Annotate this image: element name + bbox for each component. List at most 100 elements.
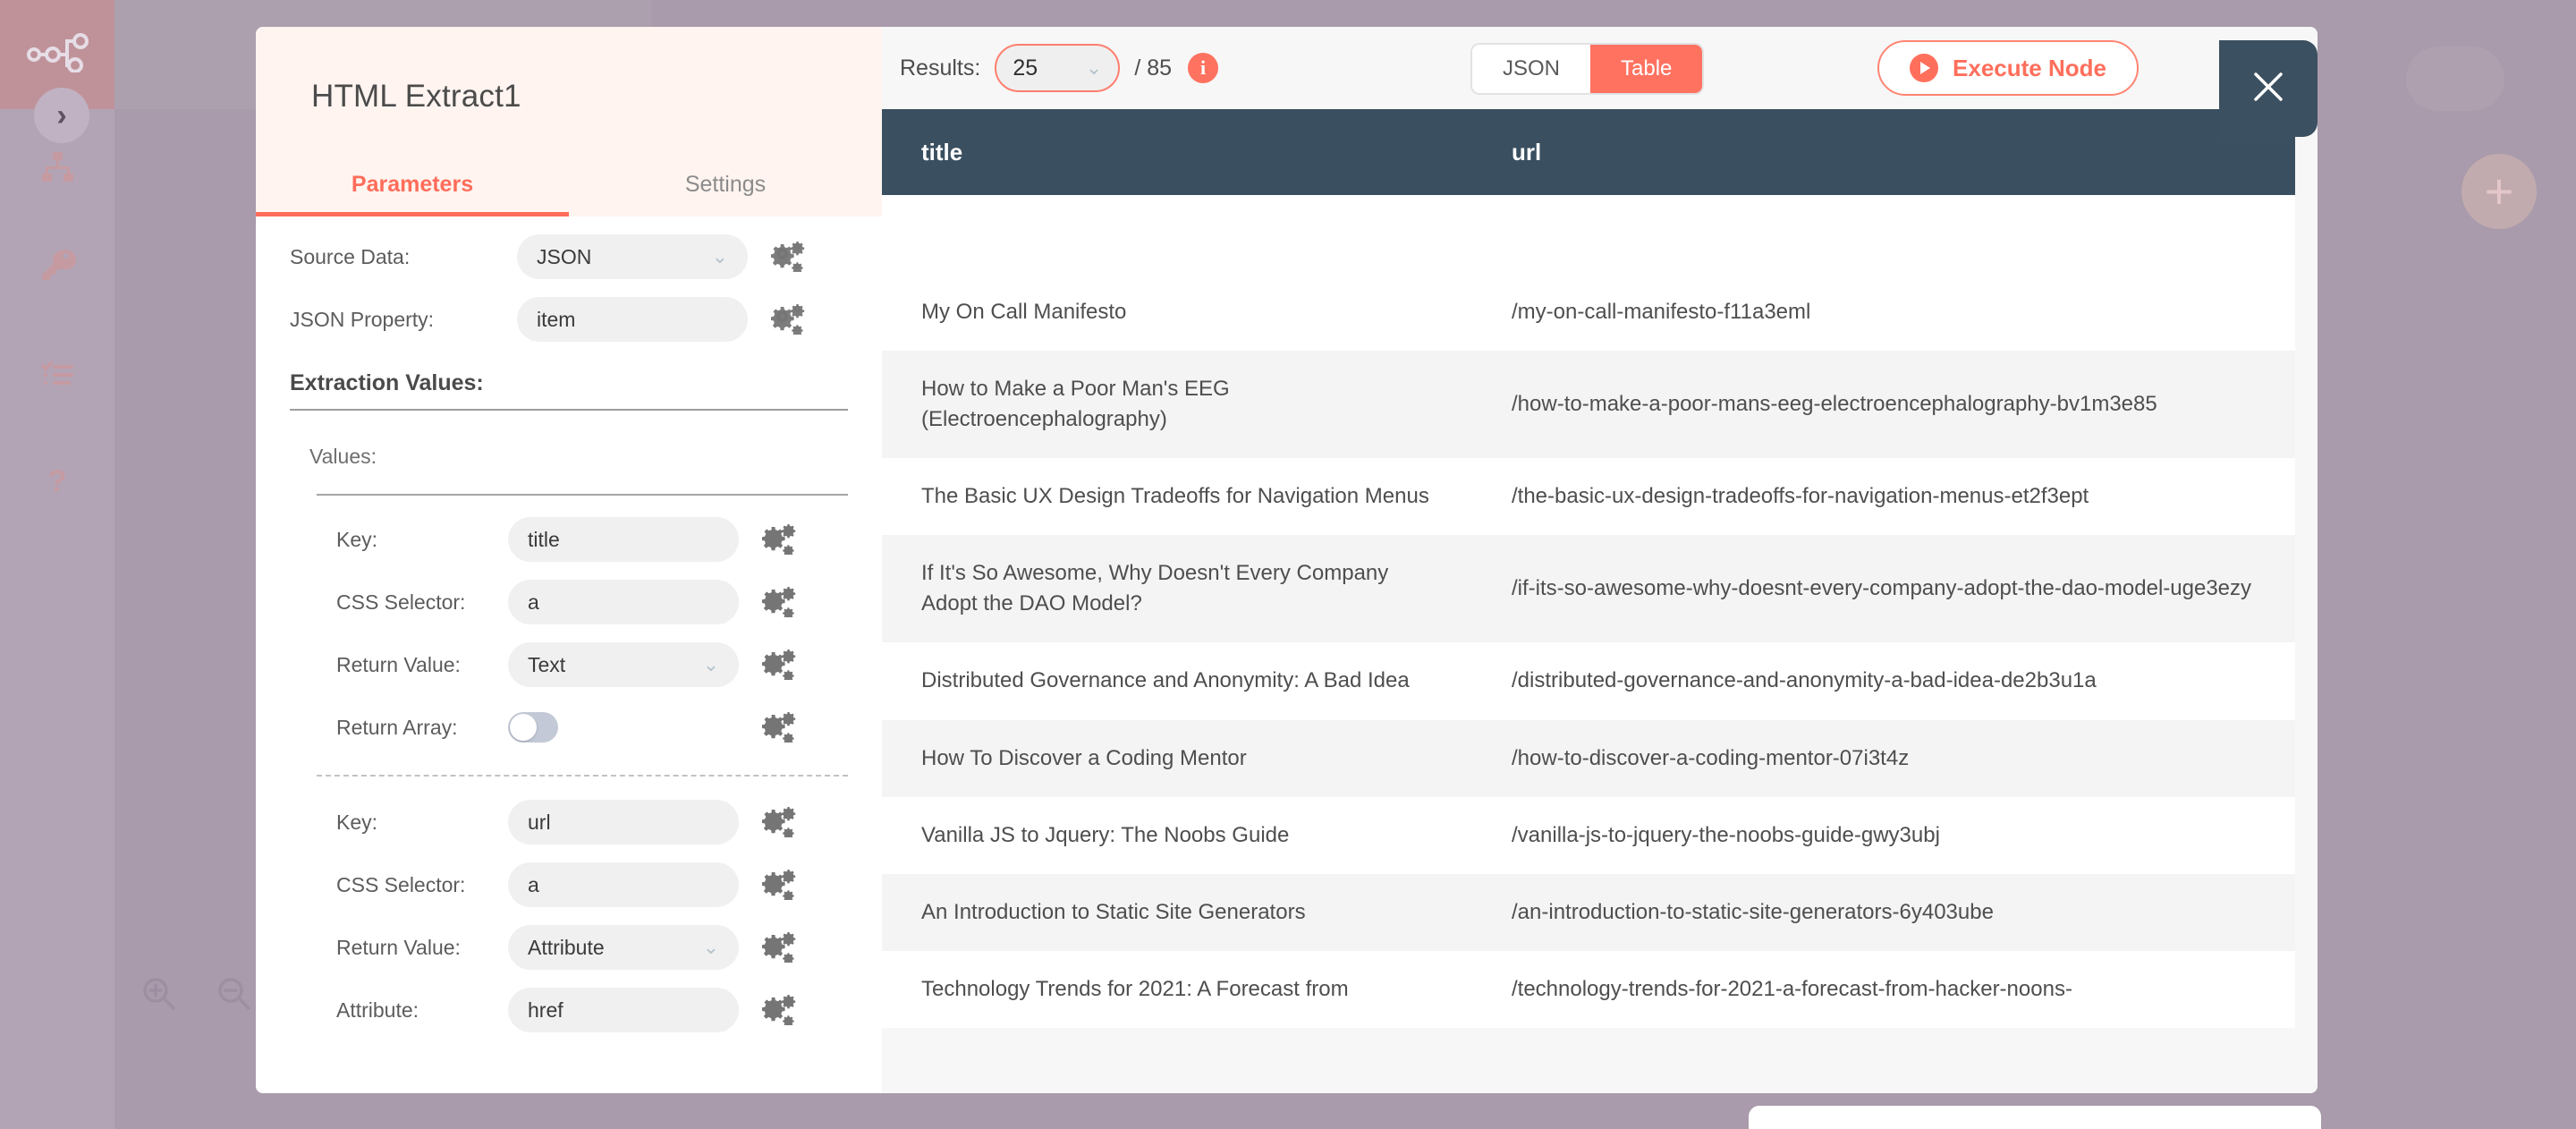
settings-gears-icon[interactable] <box>762 649 796 680</box>
sidebar-item-executions[interactable] <box>0 349 114 403</box>
return-value-select-1[interactable]: Text ⌄ <box>508 642 739 687</box>
table-row[interactable]: My On Call Manifesto /my-on-call-manifes… <box>882 274 2295 352</box>
cell-title: My On Call Manifesto <box>921 300 1127 324</box>
chevron-down-icon: ⌄ <box>702 653 719 675</box>
css-selector-label-2: CSS Selector: <box>336 872 466 896</box>
cell-title: An Introduction to Static Site Generator… <box>921 899 1306 924</box>
attribute-input-2[interactable]: href <box>508 988 739 1032</box>
parameters-header: HTML Extract1 Parameters Settings <box>256 27 882 216</box>
question-mark-icon: ? <box>38 462 77 505</box>
return-value-select-2[interactable]: Attribute ⌄ <box>508 925 739 970</box>
execute-node-button[interactable]: Execute Node <box>1877 40 2139 96</box>
value-group-divider <box>317 775 848 777</box>
values-divider <box>317 494 848 496</box>
cell-url: /how-to-make-a-poor-mans-eeg-electroence… <box>1512 392 2157 417</box>
sidebar-item-credentials[interactable] <box>0 240 114 293</box>
field-return-array-1: Return Array: <box>256 696 882 759</box>
chevron-right-icon: › <box>56 98 67 132</box>
json-property-value: item <box>537 307 576 331</box>
column-header-title[interactable]: title <box>882 109 1472 195</box>
values-label: Values: <box>309 445 377 468</box>
tab-settings[interactable]: Settings <box>569 152 882 216</box>
json-property-label: JSON Property: <box>290 307 435 331</box>
table-row[interactable]: How to Make a Poor Man's EEG (Electroenc… <box>882 351 2295 459</box>
sidebar-item-help[interactable]: ? <box>0 456 114 510</box>
table-row[interactable]: If It's So Awesome, Why Doesn't Every Co… <box>882 535 2295 643</box>
settings-gears-icon[interactable] <box>771 242 805 272</box>
settings-gears-icon[interactable] <box>762 932 796 963</box>
key-input-1[interactable]: title <box>508 517 739 562</box>
chevron-down-icon: ⌄ <box>702 936 719 958</box>
chevron-down-icon: ⌄ <box>711 245 728 267</box>
node-detail-view: HTML Extract1 Parameters Settings Source… <box>256 27 2318 1093</box>
cell-title: The Basic UX Design Tradeoffs for Naviga… <box>921 484 1429 509</box>
parameters-pane: HTML Extract1 Parameters Settings Source… <box>256 27 882 1093</box>
svg-text:?: ? <box>48 464 67 498</box>
sidebar-expand-button[interactable]: › <box>34 88 89 143</box>
settings-gears-icon[interactable] <box>762 524 796 555</box>
plus-icon: + <box>2484 163 2514 219</box>
field-key-2: Key: url <box>256 791 882 853</box>
parameters-body: Source Data: JSON ⌄ JSON Property: item … <box>256 216 882 1093</box>
checklist-icon <box>38 354 77 398</box>
return-value-value-1: Text <box>528 652 566 676</box>
column-header-url[interactable]: url <box>1472 109 2295 195</box>
tab-parameters[interactable]: Parameters <box>256 152 569 216</box>
cell-title: How to Make a Poor Man's EEG (Electroenc… <box>921 377 1230 432</box>
app-root: › ? + HTML Extract1 Parameters Settings … <box>0 0 2576 1129</box>
css-selector-label-1: CSS Selector: <box>336 590 466 614</box>
toggle-knob <box>510 714 537 741</box>
table-row[interactable]: Technology Trends for 2021: A Forecast f… <box>882 950 2295 1028</box>
source-data-label: Source Data: <box>290 244 411 268</box>
add-node-button[interactable]: + <box>2462 154 2537 229</box>
bottom-panel-sliver[interactable] <box>1749 1106 2321 1129</box>
zoom-in-button[interactable] <box>134 971 184 1021</box>
results-table-body: My On Call Manifesto /my-on-call-manifes… <box>882 195 2295 1028</box>
close-icon <box>2245 64 2292 115</box>
cell-url: /my-on-call-manifesto-f11a3eml <box>1512 300 1811 324</box>
view-toggle-json[interactable]: JSON <box>1472 45 1591 93</box>
settings-gears-icon[interactable] <box>762 587 796 617</box>
table-spacer-row <box>882 195 2295 274</box>
results-table-container[interactable]: title url My On Call Manifesto /my-on-ca… <box>882 109 2295 1093</box>
table-row[interactable]: Distributed Governance and Anonymity: A … <box>882 642 2295 720</box>
return-array-label-1: Return Array: <box>336 715 458 739</box>
table-row[interactable]: An Introduction to Static Site Generator… <box>882 873 2295 951</box>
attribute-label-2: Attribute: <box>336 997 419 1022</box>
return-array-toggle-1[interactable] <box>508 712 558 743</box>
output-toolbar: Results: 25 ⌄ / 85 i JSON Table Execute … <box>882 27 2318 109</box>
results-label: Results: <box>900 55 981 81</box>
json-property-input[interactable]: item <box>517 297 748 342</box>
settings-gears-icon[interactable] <box>762 712 796 743</box>
table-row[interactable]: The Basic UX Design Tradeoffs for Naviga… <box>882 458 2295 536</box>
close-ndv-button[interactable] <box>2219 40 2318 137</box>
field-attribute-2: Attribute: href <box>256 979 882 1041</box>
parameter-tabs: Parameters Settings <box>256 152 882 216</box>
left-sidebar: › ? <box>0 0 114 1129</box>
return-value-value-2: Attribute <box>528 935 605 959</box>
settings-gears-icon[interactable] <box>762 870 796 900</box>
results-count-select[interactable]: 25 ⌄ <box>995 44 1121 92</box>
cell-url: /technology-trends-for-2021-a-forecast-f… <box>1512 976 2072 1001</box>
zoom-out-button[interactable] <box>209 971 259 1021</box>
settings-gears-icon[interactable] <box>771 304 805 335</box>
magnifier-plus-icon <box>138 972 181 1020</box>
view-toggle-table[interactable]: Table <box>1590 45 1703 93</box>
cell-url: /the-basic-ux-design-tradeoffs-for-navig… <box>1512 484 2089 509</box>
settings-gears-icon[interactable] <box>762 995 796 1025</box>
css-selector-input-1[interactable]: a <box>508 580 739 624</box>
info-icon[interactable]: i <box>1188 53 1219 83</box>
source-data-select[interactable]: JSON ⌄ <box>517 234 748 279</box>
key-label-2: Key: <box>336 810 378 834</box>
node-title: HTML Extract1 <box>311 79 521 114</box>
cell-url: /vanilla-js-to-jquery-the-noobs-guide-gw… <box>1512 822 1940 847</box>
key-input-2[interactable]: url <box>508 800 739 845</box>
extraction-values-title: Extraction Values: <box>290 370 484 395</box>
sidebar-item-workflows[interactable] <box>0 143 114 197</box>
table-row[interactable]: Vanilla JS to Jquery: The Noobs Guide /v… <box>882 796 2295 874</box>
table-row[interactable]: How To Discover a Coding Mentor /how-to-… <box>882 719 2295 797</box>
css-selector-value-2: a <box>528 872 539 896</box>
settings-gears-icon[interactable] <box>762 807 796 837</box>
field-json-property: JSON Property: item <box>256 288 882 351</box>
css-selector-input-2[interactable]: a <box>508 862 739 907</box>
